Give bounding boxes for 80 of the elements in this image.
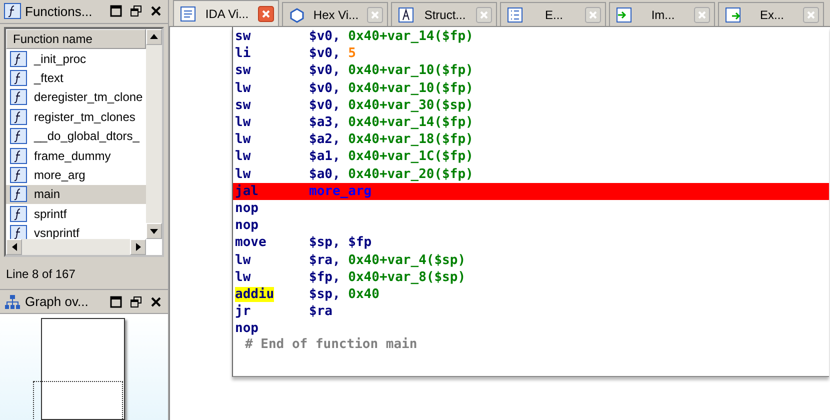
instruction-operands: $sp, 0x40 xyxy=(309,286,380,302)
down-arrow-icon[interactable] xyxy=(150,228,158,234)
instruction-mnemonic: lw xyxy=(235,132,251,148)
vertical-scrollbar[interactable] xyxy=(146,28,162,240)
instruction-mnemonic: jr xyxy=(235,304,251,320)
instruction-mnemonic: lw xyxy=(235,115,251,130)
restore-icon[interactable] xyxy=(128,3,144,20)
function-icon xyxy=(10,225,27,240)
tab[interactable]: Struct... xyxy=(391,2,497,26)
instruction-operands: $fp, 0x40+var_8($sp) xyxy=(309,270,466,285)
instruction-mnemonic: lw xyxy=(235,252,251,268)
status-text: Line 8 of 167 xyxy=(5,266,76,284)
function-item[interactable]: more_arg xyxy=(6,165,146,185)
function-icon xyxy=(4,3,21,20)
tab[interactable]: IDA Vi... xyxy=(173,0,279,26)
instruction-mnemonic: nop xyxy=(235,218,258,234)
function-icon xyxy=(10,186,27,202)
function-item[interactable]: main xyxy=(6,184,146,204)
function-item[interactable]: _init_proc xyxy=(6,48,146,68)
tab[interactable]: Hex Vi... xyxy=(282,2,388,26)
function-icon xyxy=(10,50,27,67)
panel-title: Functions... xyxy=(25,4,94,19)
letter-icon xyxy=(398,6,414,22)
instruction-mnemonic: addiu xyxy=(235,286,274,302)
instruction-mnemonic: li xyxy=(235,46,251,62)
hexagon-icon xyxy=(289,6,305,22)
instruction-mnemonic: lw xyxy=(235,166,251,182)
left-arrow-icon[interactable] xyxy=(12,243,16,252)
instruction-operands: $ra, 0x40+var_4($sp) xyxy=(309,252,466,268)
instruction-operands: $v0, 5 xyxy=(309,46,356,62)
tab[interactable]: E... xyxy=(500,2,606,26)
function-item[interactable]: frame_dummy xyxy=(6,146,146,166)
instruction-mnemonic: sw xyxy=(235,63,251,78)
instruction-operands: $sp, $fp xyxy=(309,235,372,250)
function-icon xyxy=(10,167,27,184)
function-icon xyxy=(10,206,27,222)
document-icon xyxy=(180,6,196,22)
instruction-operands: $v0, 0x40+var_10($fp) xyxy=(309,63,474,78)
function-item[interactable]: _ftext xyxy=(6,68,146,88)
right-arrow-icon[interactable] xyxy=(136,243,140,252)
instruction-operands: $ra xyxy=(309,304,332,320)
instruction-operands: $v0, 0x40+var_14($fp) xyxy=(309,29,474,44)
instruction-mnemonic: nop xyxy=(235,321,258,336)
maximize-icon[interactable] xyxy=(108,294,124,310)
function-icon xyxy=(10,70,27,86)
list-icon xyxy=(507,6,523,22)
instruction-operands: $a3, 0x40+var_14($fp) xyxy=(309,115,474,130)
instruction-operands: more_arg xyxy=(309,184,372,199)
function-item[interactable]: deregister_tm_clone xyxy=(6,88,146,108)
instruction-operands: $v0, 0x40+var_10($fp) xyxy=(309,80,474,96)
column-header[interactable]: Function name xyxy=(6,28,146,49)
instruction-operands: $v0, 0x40+var_30($sp) xyxy=(309,98,474,113)
instruction-mnemonic: sw xyxy=(235,29,251,44)
hierarchy-icon xyxy=(4,294,21,310)
instruction-mnemonic: move xyxy=(235,235,266,250)
instruction-mnemonic: lw xyxy=(235,270,251,285)
function-icon xyxy=(10,89,27,106)
function-item[interactable]: __do_global_dtors_ xyxy=(6,126,146,146)
instruction-operands: $a1, 0x40+var_1C($fp) xyxy=(309,149,474,164)
function-icon xyxy=(10,148,27,164)
function-icon xyxy=(10,128,27,144)
instruction-mnemonic: sw xyxy=(235,98,251,113)
tab[interactable]: Im... xyxy=(609,2,715,26)
tab[interactable]: Ex... xyxy=(718,2,824,26)
function-icon xyxy=(10,108,27,125)
viewport-frame[interactable] xyxy=(33,381,123,420)
restore-icon[interactable] xyxy=(128,294,144,310)
instruction-operands: $a2, 0x40+var_18($fp) xyxy=(309,132,474,148)
code-comment: # End of function main xyxy=(244,337,418,354)
instruction-mnemonic: lw xyxy=(235,80,251,96)
horizontal-scrollbar[interactable] xyxy=(6,239,146,256)
instruction-operands: $a0, 0x40+var_20($fp) xyxy=(309,166,474,182)
instruction-mnemonic: lw xyxy=(235,149,251,164)
panel-title: Graph ov... xyxy=(25,294,90,309)
maximize-icon[interactable] xyxy=(108,3,124,20)
instruction-mnemonic: jal xyxy=(235,184,258,199)
function-item[interactable]: sprintf xyxy=(6,204,146,224)
function-item[interactable]: register_tm_clones xyxy=(6,107,146,127)
instruction-mnemonic: nop xyxy=(235,200,258,216)
up-arrow-icon[interactable] xyxy=(150,34,158,40)
